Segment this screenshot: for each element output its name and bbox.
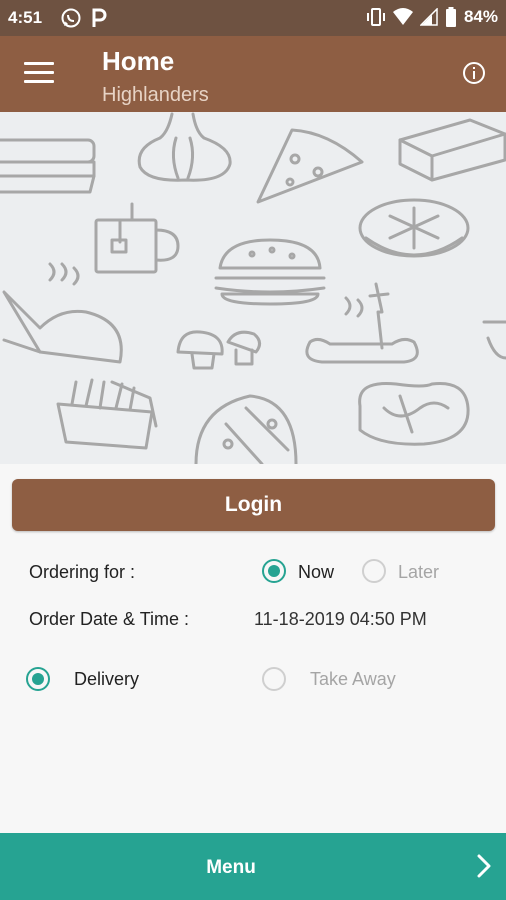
sausage-icon: [305, 282, 419, 364]
hamburger-menu-icon[interactable]: [24, 62, 54, 86]
app-bar: Home Highlanders: [0, 36, 506, 112]
battery-percentage: 84%: [463, 7, 498, 26]
menu-bar-label[interactable]: Menu: [0, 857, 462, 879]
pie-icon: [358, 198, 470, 258]
radio-now[interactable]: [262, 559, 286, 583]
status-time: 4:51: [8, 8, 43, 27]
fries-icon: [56, 378, 158, 450]
cake-icon: [398, 118, 506, 182]
option-take-away-label[interactable]: Take Away: [310, 669, 396, 690]
hero-food-banner: [0, 112, 506, 464]
glass-icon: [482, 320, 506, 360]
whatsapp-icon: [61, 8, 81, 28]
garlic-icon: [137, 112, 232, 182]
option-now-label[interactable]: Now: [298, 562, 334, 583]
mug-icon: [94, 202, 180, 274]
wifi-icon: [392, 8, 413, 25]
info-icon[interactable]: [462, 61, 486, 85]
radio-take-away[interactable]: [262, 667, 286, 691]
pizza-icon: [194, 394, 298, 464]
option-later-label[interactable]: Later: [398, 562, 439, 583]
status-bar: 4:51 84%: [0, 0, 506, 36]
pretzel-icon: [358, 381, 470, 446]
radio-later[interactable]: [362, 559, 386, 583]
page-subtitle: Highlanders: [102, 84, 209, 106]
chevron-right-icon[interactable]: [476, 854, 492, 878]
burger-icon: [214, 238, 326, 306]
roast-chicken-icon: [2, 262, 123, 364]
order-date-time-label: Order Date & Time :: [29, 609, 190, 629]
pizza-slice-icon: [256, 128, 364, 204]
battery-icon: [445, 7, 456, 27]
order-date-time-value: 11-18-2019 04:50 PM: [254, 609, 427, 629]
mushroom-icon: [176, 330, 261, 370]
burger-icon: [0, 138, 96, 194]
signal-icon: [419, 8, 438, 26]
page-title: Home: [102, 46, 175, 76]
login-button[interactable]: Login: [12, 479, 495, 531]
menu-bottom-bar[interactable]: Menu: [0, 833, 506, 900]
option-delivery-label[interactable]: Delivery: [74, 669, 139, 690]
p-app-icon: [92, 8, 107, 27]
ordering-for-label: Ordering for :: [29, 562, 136, 582]
vibrate-icon: [366, 8, 385, 26]
radio-delivery[interactable]: [26, 667, 50, 691]
